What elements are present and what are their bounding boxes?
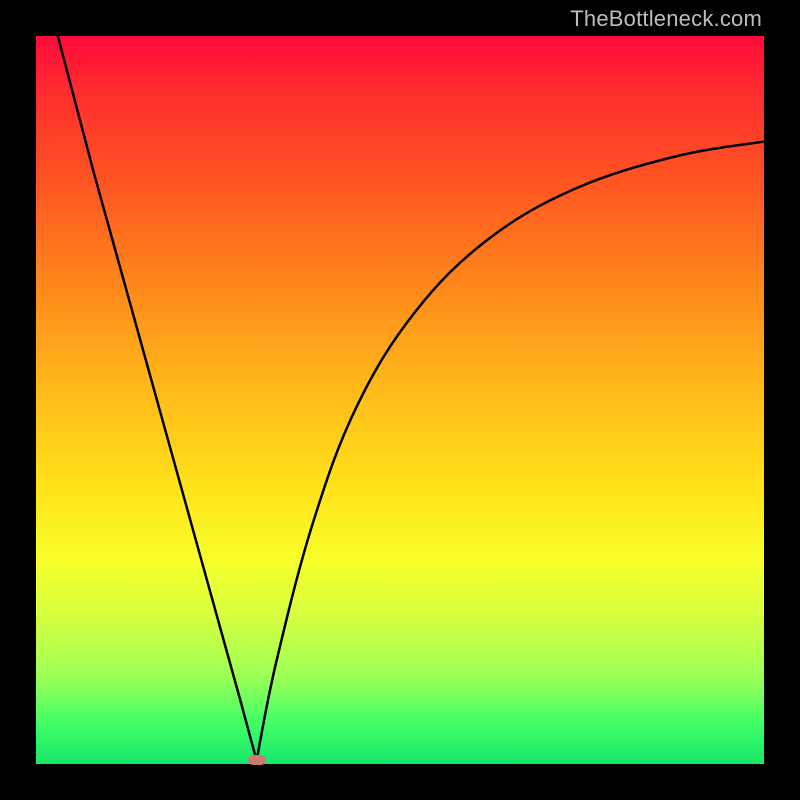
left-branch-path [58, 36, 257, 760]
curve-svg [36, 36, 764, 764]
right-branch-path [257, 142, 764, 761]
min-marker [248, 755, 266, 765]
chart-frame: TheBottleneck.com [0, 0, 800, 800]
plot-area [36, 36, 764, 764]
watermark-label: TheBottleneck.com [570, 6, 762, 32]
